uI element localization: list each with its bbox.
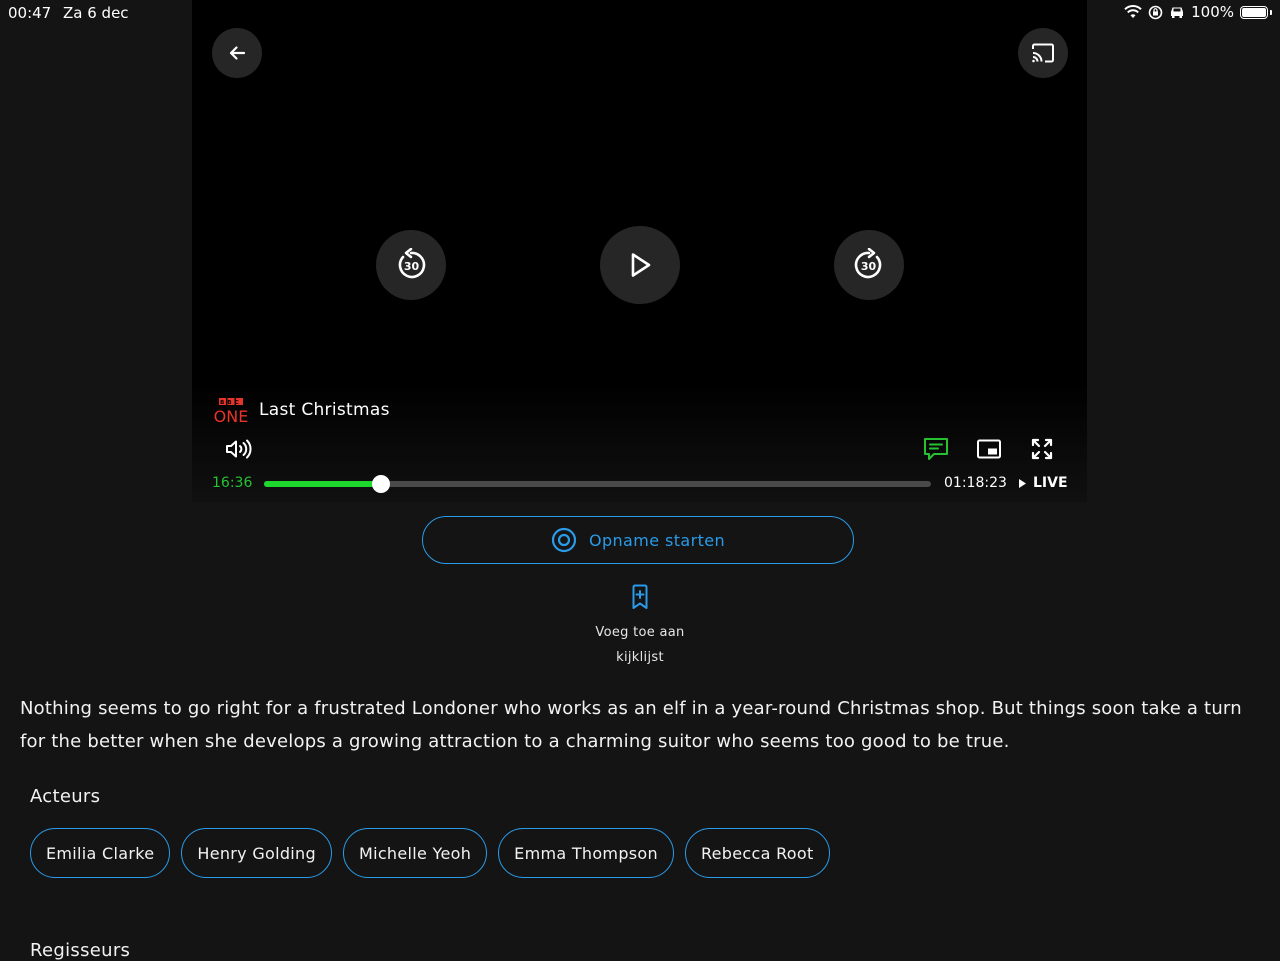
channel-logo-top: BBC xyxy=(220,400,242,406)
actor-chip[interactable]: Henry Golding xyxy=(181,828,332,878)
rewind-30-button[interactable]: 30 xyxy=(376,230,446,300)
live-label: LIVE xyxy=(1033,475,1068,491)
battery-icon xyxy=(1240,5,1268,19)
record-button[interactable]: Opname starten xyxy=(422,516,854,564)
actors-heading: Acteurs xyxy=(30,786,101,807)
video-player[interactable]: 30 30 BBC ONE Last Christmas 16:36 01:18… xyxy=(192,0,1087,502)
orientation-lock-icon xyxy=(1148,5,1163,19)
forward-30-label: 30 xyxy=(861,260,877,273)
program-title: Last Christmas xyxy=(259,400,390,420)
car-icon xyxy=(1171,7,1184,18)
actor-chip[interactable]: Emilia Clarke xyxy=(30,828,171,878)
live-button[interactable]: LIVE xyxy=(1018,475,1068,491)
battery-percentage: 100% xyxy=(1191,3,1234,21)
progress-fill xyxy=(264,481,381,487)
picture-in-picture-button[interactable] xyxy=(974,436,1004,462)
play-icon xyxy=(631,253,651,277)
rewind-30-label: 30 xyxy=(404,260,420,273)
forward-30-button[interactable]: 30 xyxy=(834,230,904,300)
status-icons: 100% xyxy=(1124,3,1272,21)
bbc-one-logo: BBC ONE xyxy=(214,398,249,425)
wifi-icon xyxy=(1124,5,1142,18)
cast-button[interactable] xyxy=(1018,28,1068,78)
time-total: 01:18:23 xyxy=(944,475,1007,491)
record-label: Opname starten xyxy=(588,530,726,550)
watchlist-label: Voeg toe aan kijklijst xyxy=(595,625,685,665)
time-elapsed: 16:36 xyxy=(212,475,253,491)
progress-thumb[interactable] xyxy=(371,475,390,493)
back-button[interactable] xyxy=(212,28,262,78)
forward-30-icon: 30 xyxy=(854,248,882,279)
picture-in-picture-icon xyxy=(977,439,1001,459)
volume-icon xyxy=(226,439,252,459)
progress-bar[interactable] xyxy=(264,475,931,493)
cast-icon xyxy=(1032,43,1054,63)
back-arrow-icon xyxy=(229,46,246,60)
subtitles-icon xyxy=(924,438,948,460)
actor-chip[interactable]: Rebecca Root xyxy=(684,828,830,878)
actor-chip[interactable]: Emma Thompson xyxy=(498,828,674,878)
status-time: 00:47 xyxy=(8,4,52,22)
subtitles-button[interactable] xyxy=(921,436,951,462)
record-icon xyxy=(551,527,577,553)
bookmark-add-icon xyxy=(632,584,648,609)
add-to-watchlist-button[interactable]: Voeg toe aan kijklijst xyxy=(540,584,740,670)
volume-button[interactable] xyxy=(223,436,253,462)
status-date: Za 6 dec xyxy=(63,4,129,22)
program-description: Nothing seems to go right for a frustrat… xyxy=(20,698,1242,752)
channel-logo-bottom: ONE xyxy=(214,407,249,425)
play-button[interactable] xyxy=(600,226,680,304)
fullscreen-icon xyxy=(1031,438,1053,460)
directors-heading: Regisseurs xyxy=(30,940,131,961)
actors-list: Emilia Clarke Henry Golding Michelle Yeo… xyxy=(30,828,830,878)
rewind-30-icon: 30 xyxy=(398,248,426,279)
fullscreen-button[interactable] xyxy=(1027,436,1057,462)
actor-chip[interactable]: Michelle Yeoh xyxy=(342,828,488,878)
live-play-icon xyxy=(1019,478,1026,488)
